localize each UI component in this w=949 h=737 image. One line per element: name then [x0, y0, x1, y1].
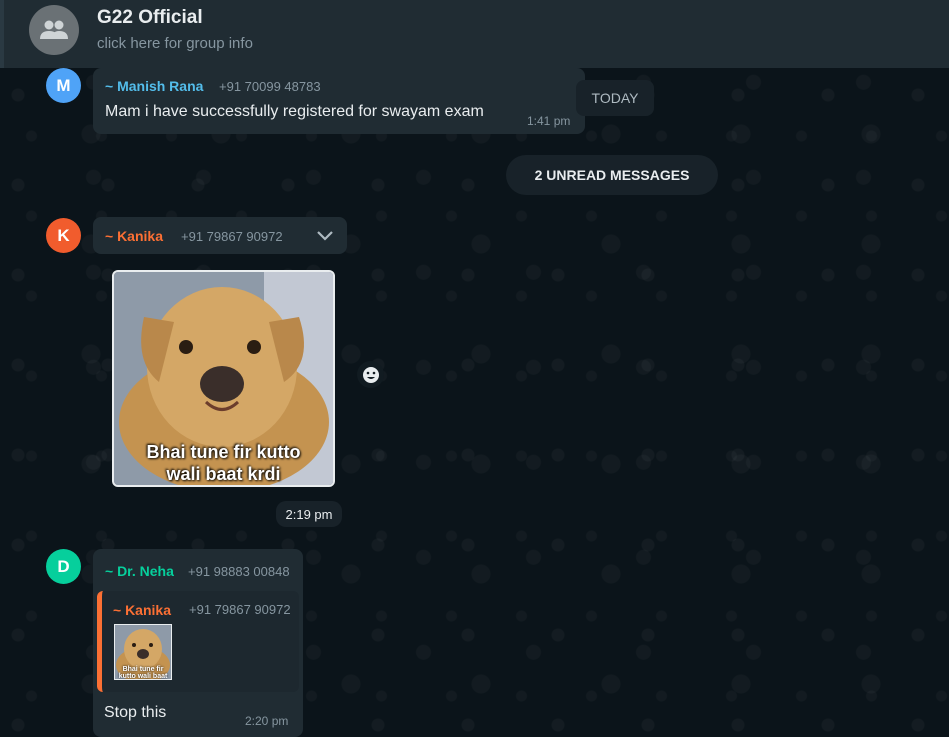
chat-header[interactable]: G22 Official click here for group info	[0, 0, 949, 68]
avatar-letter: M	[56, 75, 71, 95]
avatar[interactable]: K	[46, 218, 81, 253]
chevron-down-icon[interactable]	[315, 225, 335, 250]
avatar[interactable]: D	[46, 549, 81, 584]
quoted-thumbnail-caption: Bhai tune fir kutto wali baat krdi	[118, 666, 168, 680]
quoted-thumbnail: Bhai tune fir kutto wali baat krdi	[114, 624, 172, 680]
unread-pill: 2 UNREAD MESSAGES	[506, 155, 718, 195]
sender-header-bubble[interactable]: ~ Kanika +91 79867 90972	[93, 217, 347, 254]
sender-name[interactable]: ~ Dr. Neha	[105, 563, 174, 579]
avatar[interactable]: M	[46, 68, 81, 103]
smiley-icon	[362, 366, 379, 383]
avatar-letter: K	[57, 225, 70, 245]
sender-name[interactable]: ~ Kanika	[105, 228, 163, 244]
avatar-letter: D	[57, 556, 70, 576]
group-info-link[interactable]: click here for group info	[97, 35, 253, 52]
chat-area[interactable]: M ~ Manish Rana +91 70099 48783 Mam i ha…	[0, 68, 949, 737]
message-time: 2:19 pm	[276, 501, 342, 527]
emoji-reaction-button[interactable]	[357, 361, 384, 388]
quoted-phone: +91 79867 90972	[189, 602, 291, 617]
quoted-message[interactable]: ~ Kanika +91 79867 90972 Bhai tune fir k…	[97, 591, 299, 692]
group-icon	[40, 20, 68, 39]
message-text: Mam i have successfully registered for s…	[105, 103, 484, 120]
sticker-caption-line1: Bhai tune fir kutto	[146, 442, 301, 462]
sticker-caption-line2: wali baat krdi	[166, 464, 281, 484]
message-text: Stop this	[104, 704, 167, 721]
date-pill: TODAY	[576, 80, 654, 116]
sticker-image[interactable]: Bhai tune fir kutto wali baat krdi	[112, 270, 335, 487]
message-time: 2:20 pm	[245, 714, 289, 728]
message-time: 1:41 pm	[527, 114, 571, 128]
message-bubble[interactable]: ~ Dr. Neha +91 98883 00848 ~ Kanika +91 …	[93, 549, 303, 737]
sender-phone: +91 98883 00848	[188, 564, 290, 579]
sender-phone: +91 79867 90972	[181, 229, 283, 244]
message-bubble[interactable]: ~ Manish Rana +91 70099 48783 Mam i have…	[93, 68, 585, 134]
group-title[interactable]: G22 Official	[97, 7, 203, 29]
sender-phone: +91 70099 48783	[219, 79, 321, 94]
quoted-sender: ~ Kanika	[113, 602, 171, 618]
group-avatar[interactable]	[29, 5, 79, 55]
sender-name[interactable]: ~ Manish Rana	[105, 78, 203, 94]
